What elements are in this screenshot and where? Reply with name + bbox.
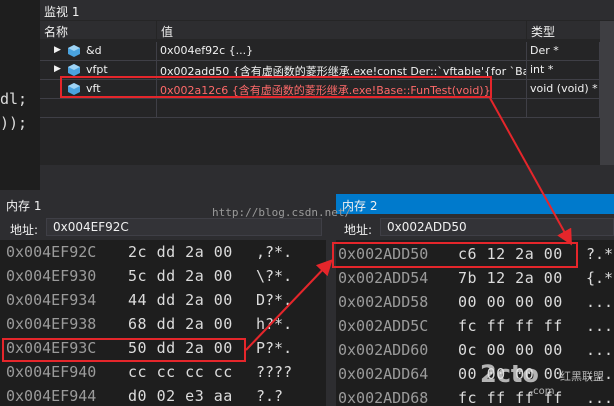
watermark-url: http://blog.csdn.net/ (212, 206, 352, 219)
watermark-site-cn: 红黑联盟 (560, 370, 604, 383)
annotation-arrows (245, 97, 572, 351)
arrow-mem1-to-mem2 (245, 259, 333, 351)
arrow-vft-to-mem2 (489, 97, 572, 246)
watermark-site-suffix: .com (530, 386, 555, 397)
watermark-site: 2cto (480, 360, 539, 388)
